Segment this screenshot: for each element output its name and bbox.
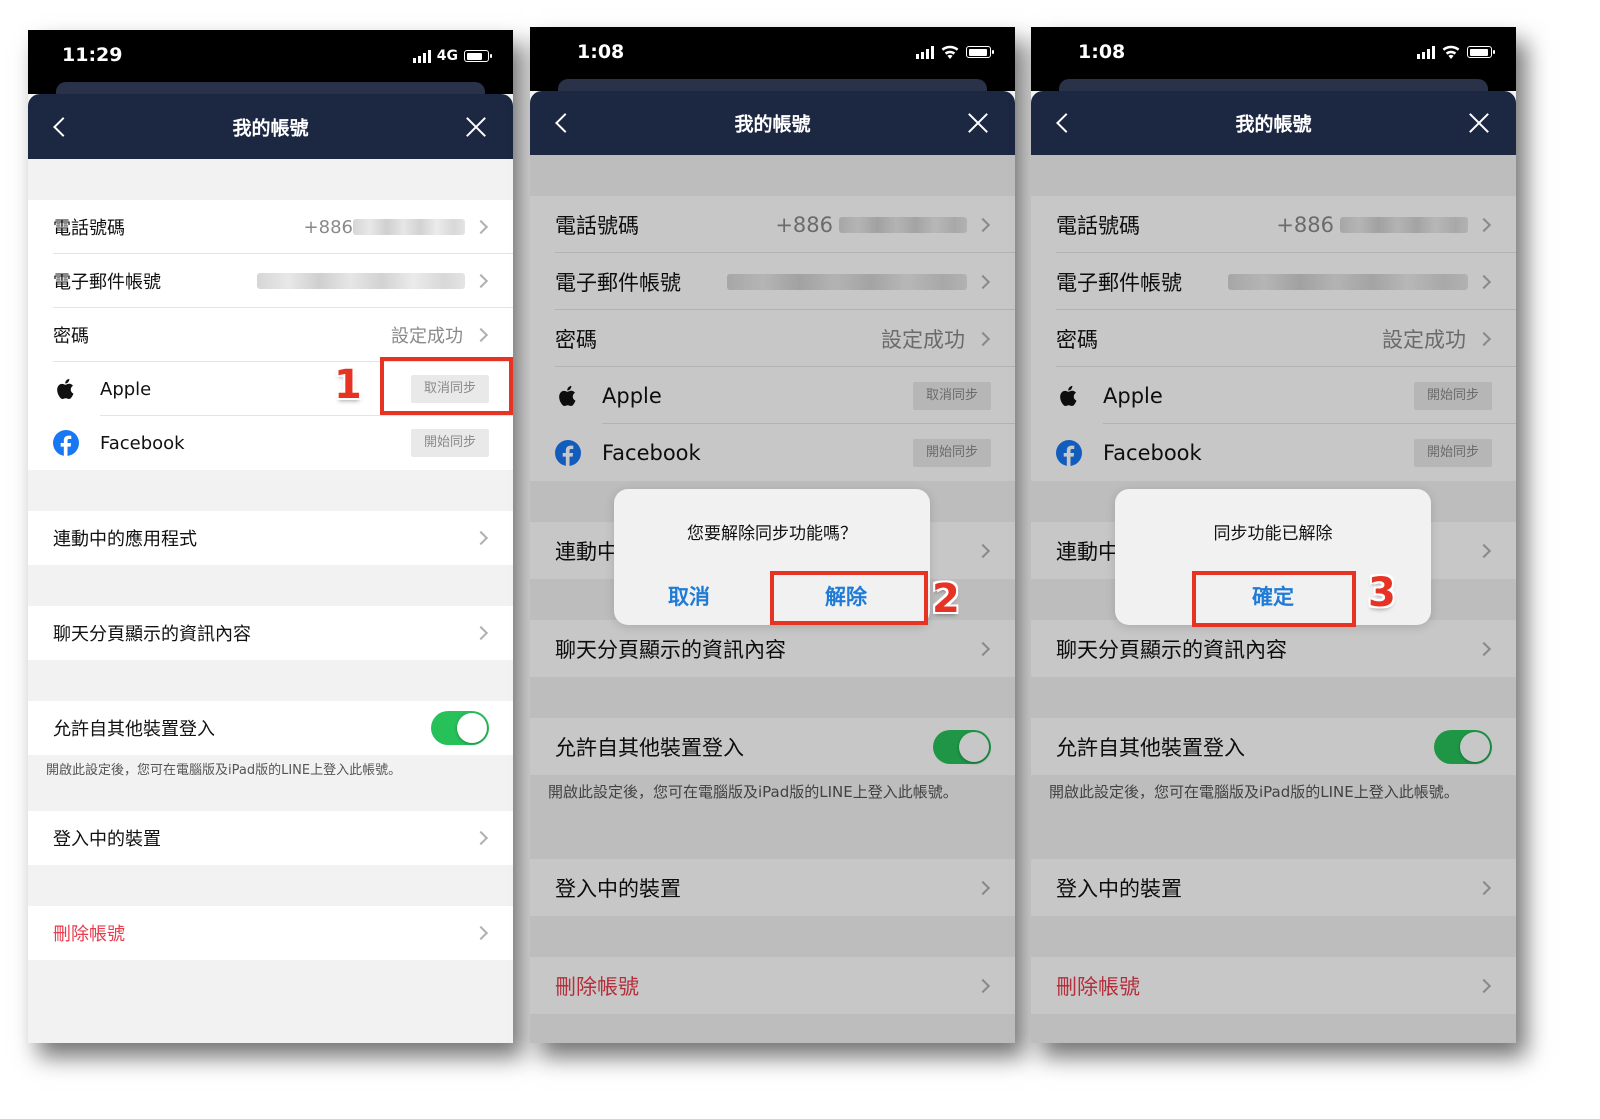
password-label: 密碼	[53, 326, 89, 347]
delete-account-row[interactable]: 刪除帳號	[28, 906, 513, 960]
dialog-message: 同步功能已解除	[1213, 524, 1333, 544]
phone-number-row[interactable]: 電話號碼 +886	[28, 200, 513, 254]
navbar: 我的帳號	[1031, 91, 1516, 155]
email-row[interactable]: 電子郵件帳號	[28, 254, 513, 308]
navbar: 我的帳號	[530, 91, 1015, 155]
password-status: 設定成功	[391, 326, 463, 347]
phone-number-label: 電話號碼	[53, 218, 125, 239]
email-label: 電子郵件帳號	[53, 272, 161, 293]
close-icon[interactable]	[465, 116, 487, 138]
status-time: 1:08	[1078, 41, 1126, 63]
delete-account-label: 刪除帳號	[53, 924, 125, 945]
facebook-icon	[53, 430, 79, 456]
allow-login-toggle[interactable]	[431, 711, 489, 745]
navbar: 我的帳號	[28, 94, 513, 159]
devices-row[interactable]: 登入中的裝置	[28, 811, 513, 865]
step-number-2: 2	[932, 576, 960, 622]
allow-login-label: 允許自其他裝置登入	[53, 719, 215, 740]
signal-icon	[916, 45, 934, 59]
signal-icon	[412, 49, 431, 63]
close-icon[interactable]	[967, 112, 989, 134]
chevron-right-icon	[473, 625, 489, 641]
chevron-right-icon	[473, 219, 489, 235]
chevron-right-icon	[473, 530, 489, 546]
step-number-3: 3	[1368, 570, 1396, 616]
allow-login-row: 允許自其他裝置登入	[28, 701, 513, 755]
highlight-box-1	[380, 357, 513, 415]
allow-login-note: 開啟此設定後，您可在電腦版及iPad版的LINE上登入此帳號。	[46, 763, 402, 778]
phone-screen-2: 1:08 我的帳號 電話號碼 +886 電子郵件帳號 密碼 設定成功 Apple…	[530, 27, 1015, 1043]
highlight-box-3	[1192, 571, 1356, 627]
facebook-label: Facebook	[100, 432, 185, 454]
chevron-right-icon	[473, 327, 489, 343]
close-icon[interactable]	[1468, 112, 1490, 134]
cancel-button[interactable]: 取消	[668, 581, 710, 611]
email-blurred	[257, 273, 465, 289]
linked-apps-label: 連動中的應用程式	[53, 529, 197, 550]
linked-apps-row[interactable]: 連動中的應用程式	[28, 511, 513, 565]
battery-icon	[1467, 46, 1495, 58]
wifi-icon	[1442, 45, 1460, 59]
phone-number-blurred	[353, 219, 465, 235]
apple-label: Apple	[100, 378, 152, 400]
status-time: 1:08	[577, 41, 625, 63]
chevron-right-icon	[473, 925, 489, 941]
facebook-sync-button[interactable]: 開始同步	[411, 429, 489, 457]
chat-info-row[interactable]: 聊天分頁顯示的資訊內容	[28, 606, 513, 660]
phone-number-prefix: +886	[303, 216, 353, 238]
chat-info-label: 聊天分頁顯示的資訊內容	[53, 624, 251, 645]
network-type: 4G	[436, 48, 458, 64]
chevron-right-icon	[473, 830, 489, 846]
chevron-right-icon	[473, 273, 489, 289]
phone-screen-3: 1:08 我的帳號 電話號碼 +886 電子郵件帳號 密碼 設定成功 Apple…	[1031, 27, 1516, 1043]
page-title: 我的帳號	[232, 117, 309, 139]
facebook-row: Facebook 開始同步	[28, 416, 513, 470]
wifi-icon	[941, 45, 959, 59]
signal-icon	[1417, 45, 1435, 59]
dialog-message: 您要解除同步功能嗎？	[687, 524, 857, 544]
phone-screen-1: 11:29 4G 我的帳號 電話號碼 +886 電子郵件帳號 密碼 設定成功 A…	[28, 30, 513, 1043]
page-title: 我的帳號	[734, 113, 811, 136]
devices-label: 登入中的裝置	[53, 829, 161, 850]
highlight-box-2	[770, 571, 928, 625]
step-number-1: 1	[334, 362, 362, 408]
status-time: 11:29	[62, 44, 123, 66]
password-row[interactable]: 密碼 設定成功	[28, 308, 513, 362]
battery-icon	[464, 50, 492, 62]
apple-icon	[57, 378, 74, 399]
page-title: 我的帳號	[1235, 113, 1312, 136]
battery-icon	[966, 46, 994, 58]
